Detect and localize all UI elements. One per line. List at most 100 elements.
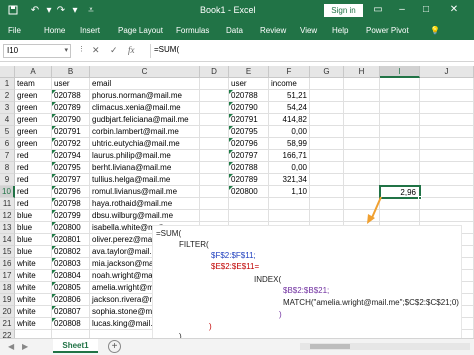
user-cell[interactable]: 020806 <box>52 294 90 306</box>
formula-input[interactable]: =SUM( <box>150 44 470 58</box>
row-header-8[interactable]: 8 <box>0 162 15 174</box>
grid-cell[interactable] <box>420 150 474 162</box>
row-header-1[interactable]: 1 <box>0 78 15 90</box>
column-header-f[interactable]: F <box>269 66 310 78</box>
tab-data[interactable]: Data <box>226 26 243 35</box>
grid-cell[interactable] <box>344 198 380 210</box>
grid-cell[interactable] <box>344 126 380 138</box>
team-cell[interactable]: blue <box>15 222 52 234</box>
grid-cell[interactable] <box>344 210 380 222</box>
team-cell[interactable]: blue <box>15 246 52 258</box>
row-header-13[interactable]: 13 <box>0 222 15 234</box>
maximize-icon[interactable]: □ <box>418 3 434 17</box>
next-sheet-icon[interactable]: ▶ <box>22 342 28 351</box>
scrollbar-thumb[interactable] <box>310 344 350 349</box>
email-cell[interactable]: laurus.philip@mail.me <box>90 150 200 162</box>
grid-cell[interactable] <box>200 150 229 162</box>
user-cell[interactable]: 020790 <box>52 114 90 126</box>
grid-cell[interactable] <box>420 186 474 198</box>
user-cell[interactable]: 020804 <box>52 270 90 282</box>
user-cell[interactable]: 020797 <box>52 174 90 186</box>
team-cell[interactable]: red <box>15 162 52 174</box>
grid-cell[interactable] <box>344 102 380 114</box>
team-cell[interactable]: green <box>15 102 52 114</box>
row-header-16[interactable]: 16 <box>0 258 15 270</box>
grid-cell[interactable] <box>200 174 229 186</box>
row-header-3[interactable]: 3 <box>0 102 15 114</box>
undo-icon[interactable]: ↶ <box>28 3 42 17</box>
income-cell[interactable]: 1,10 <box>269 186 310 198</box>
row-header-20[interactable]: 20 <box>0 306 15 318</box>
grid-cell[interactable] <box>310 210 344 222</box>
header-cell[interactable]: team <box>15 78 52 90</box>
email-cell[interactable]: berht.liviana@mail.me <box>90 162 200 174</box>
user-cell[interactable]: 020794 <box>52 150 90 162</box>
grid-cell[interactable] <box>344 90 380 102</box>
grid-cell[interactable] <box>200 114 229 126</box>
email-cell[interactable]: uhtric.eutychia@mail.me <box>90 138 200 150</box>
user-cell[interactable]: 020792 <box>52 138 90 150</box>
grid-cell[interactable] <box>344 186 380 198</box>
horizontal-scrollbar[interactable] <box>300 343 470 350</box>
row-header-21[interactable]: 21 <box>0 318 15 330</box>
header-cell[interactable]: user <box>229 78 269 90</box>
team-cell[interactable]: blue <box>15 210 52 222</box>
grid-cell[interactable] <box>200 138 229 150</box>
row-header-19[interactable]: 19 <box>0 294 15 306</box>
grid-cell[interactable] <box>310 78 344 90</box>
income-cell[interactable]: 414,82 <box>269 114 310 126</box>
team-cell[interactable]: white <box>15 294 52 306</box>
email-cell[interactable]: corbin.lambert@mail.me <box>90 126 200 138</box>
row-header-18[interactable]: 18 <box>0 282 15 294</box>
user-cell[interactable]: 020799 <box>52 210 90 222</box>
user-cell[interactable]: 020788 <box>52 90 90 102</box>
user-cell[interactable]: 020791 <box>229 114 269 126</box>
tab-view[interactable]: View <box>300 26 317 35</box>
team-cell[interactable]: red <box>15 174 52 186</box>
user-cell[interactable]: 020798 <box>52 198 90 210</box>
grid-cell[interactable] <box>420 210 474 222</box>
grid-cell[interactable] <box>310 102 344 114</box>
ribbon-display-icon[interactable]: ▭ <box>370 3 386 17</box>
tab-formulas[interactable]: Formulas <box>176 26 209 35</box>
user-cell[interactable]: 020788 <box>229 162 269 174</box>
tab-power-pivot[interactable]: Power Pivot <box>366 26 409 35</box>
grid-cell[interactable] <box>310 162 344 174</box>
user-cell[interactable]: 020788 <box>229 90 269 102</box>
header-cell[interactable]: income <box>269 78 310 90</box>
row-header-11[interactable]: 11 <box>0 198 15 210</box>
tab-review[interactable]: Review <box>260 26 286 35</box>
active-cell[interactable]: 2,96 <box>379 185 421 199</box>
grid-cell[interactable] <box>380 210 420 222</box>
column-header-g[interactable]: G <box>310 66 344 78</box>
user-cell[interactable]: 020801 <box>52 234 90 246</box>
column-header-d[interactable]: D <box>200 66 229 78</box>
header-cell[interactable]: email <box>90 78 200 90</box>
grid-cell[interactable] <box>310 126 344 138</box>
grid-cell[interactable] <box>200 210 229 222</box>
prev-sheet-icon[interactable]: ◀ <box>8 342 14 351</box>
grid-cell[interactable] <box>420 138 474 150</box>
grid-cell[interactable] <box>269 210 310 222</box>
cancel-icon[interactable]: ✕ <box>92 45 100 56</box>
chevron-down-icon[interactable]: ▾ <box>64 46 68 54</box>
team-cell[interactable]: white <box>15 258 52 270</box>
column-header-a[interactable]: A <box>15 66 52 78</box>
redo-dropdown-icon[interactable]: ▾ <box>68 3 82 17</box>
income-cell[interactable]: 58,99 <box>269 138 310 150</box>
team-cell[interactable]: green <box>15 90 52 102</box>
grid-cell[interactable] <box>380 198 420 210</box>
grid-cell[interactable] <box>200 186 229 198</box>
grid-cell[interactable] <box>200 90 229 102</box>
row-header-14[interactable]: 14 <box>0 234 15 246</box>
minimize-icon[interactable]: – <box>394 3 410 17</box>
save-icon[interactable] <box>6 3 20 17</box>
user-cell[interactable]: 020796 <box>229 138 269 150</box>
user-cell[interactable]: 020789 <box>52 102 90 114</box>
email-cell[interactable]: tullius.helga@mail.me <box>90 174 200 186</box>
user-cell[interactable]: 020803 <box>52 258 90 270</box>
grid-cell[interactable] <box>344 162 380 174</box>
add-sheet-icon[interactable]: + <box>108 340 121 353</box>
tab-home[interactable]: Home <box>44 26 65 35</box>
insert-function-icon[interactable]: fx <box>128 45 135 55</box>
